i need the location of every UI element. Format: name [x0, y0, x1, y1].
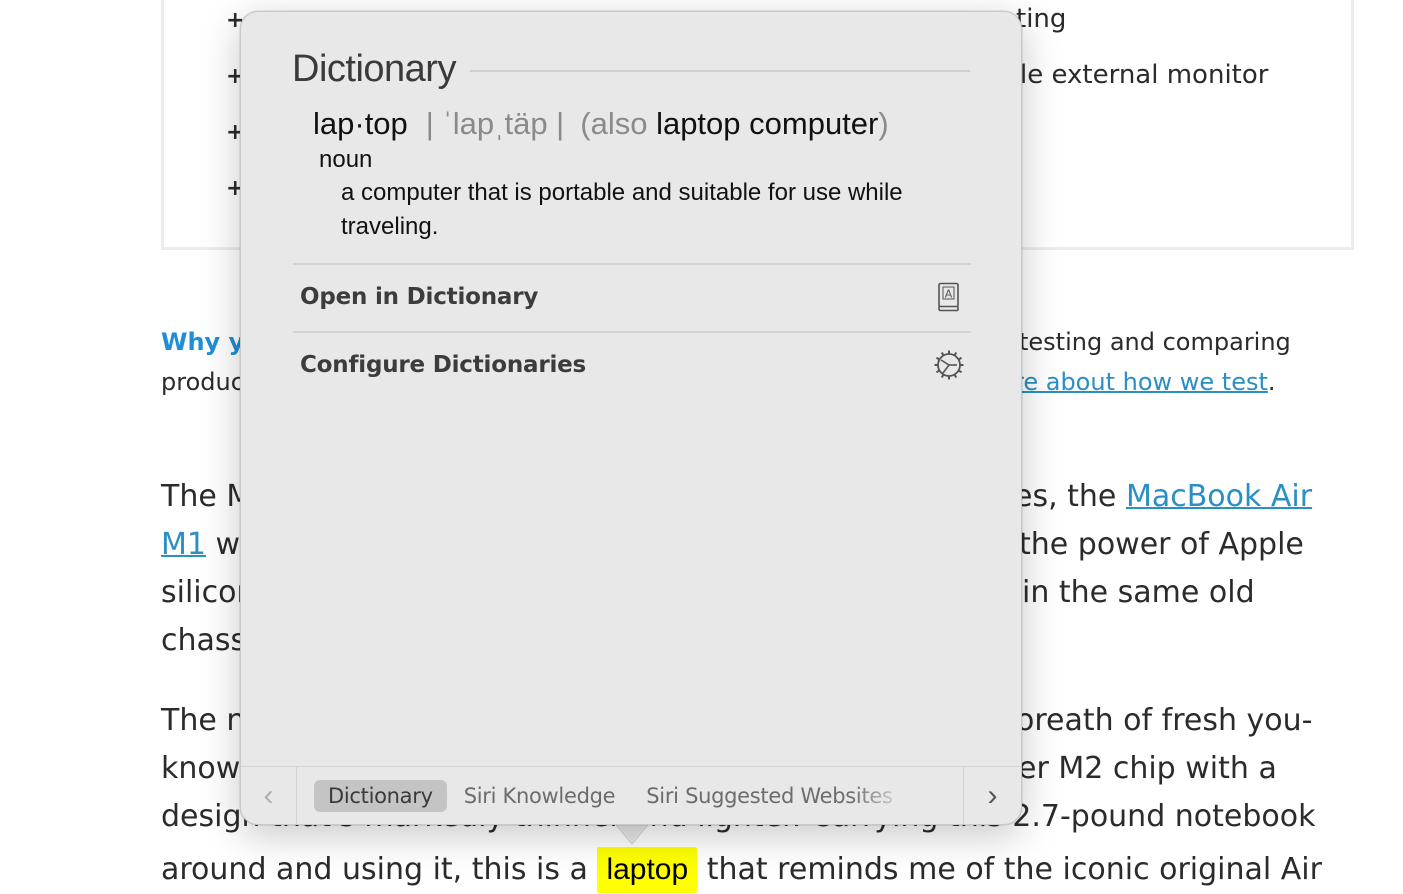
tab-siri-suggested-websites[interactable]: Siri Suggested Websites	[632, 780, 906, 812]
paragraph-text: in the same old	[1022, 575, 1255, 610]
macbook-air-m1-link[interactable]: MacBook Air	[1126, 479, 1312, 514]
part-of-speech: noun	[319, 146, 373, 173]
also-open-paren: (	[580, 106, 591, 141]
header-divider	[469, 70, 970, 72]
why-trust-heading: Why y	[161, 328, 245, 356]
tab-dictionary[interactable]: Dictionary	[314, 779, 447, 812]
paragraph-text: chass	[161, 623, 247, 658]
previous-source-button[interactable]: ‹	[241, 767, 297, 824]
also-close-paren: )	[878, 106, 889, 141]
paragraph-text: silicor	[161, 575, 249, 610]
paragraph-text: oreath of fresh you-	[1016, 703, 1313, 738]
paragraph-text: know	[161, 751, 241, 786]
source-tab-bar: ‹ Dictionary Siri Knowledge Siri Suggest…	[241, 766, 1021, 824]
macbook-air-m1-link-cont[interactable]: M1	[161, 527, 206, 562]
spec-item-text: ting	[1016, 4, 1067, 34]
highlighted-lookup-word[interactable]: laptop	[597, 847, 698, 893]
configure-dictionaries-button[interactable]: Configure Dictionaries	[293, 333, 971, 397]
open-in-dictionary-button[interactable]: Open in Dictionary A	[293, 265, 971, 329]
paragraph-text: er M2 chip with a	[1018, 751, 1277, 786]
how-we-test-link[interactable]: re about how we test	[1014, 368, 1268, 396]
paragraph-text: es, the	[1014, 479, 1126, 514]
variant-form: laptop computer	[656, 106, 879, 141]
chevron-right-icon: ›	[987, 778, 998, 812]
headword: lap·top	[313, 106, 408, 141]
paragraph-text: the power of Apple	[1019, 527, 1304, 562]
why-text: testing and comparing	[1019, 328, 1291, 356]
chevron-left-icon: ‹	[263, 778, 274, 812]
svg-text:A: A	[945, 288, 953, 301]
why-text: produc	[161, 368, 244, 396]
definition: a computer that is portable and suitable…	[341, 179, 903, 240]
dictionary-lookup-popover: Dictionary lap·top | ˈlapˌtäp | (also lapt…	[240, 11, 1022, 825]
pronunciation: | ˈlapˌtäp |	[425, 106, 565, 141]
paragraph-text: The M	[161, 479, 253, 514]
source-tabs: Dictionary Siri Knowledge Siri Suggested…	[297, 779, 963, 812]
dictionary-entry: lap·top | ˈlapˌtäp | (also laptop computer…	[313, 106, 963, 244]
paragraph-text: around and using it, this is a	[161, 852, 598, 887]
dictionary-book-icon: A	[933, 281, 965, 313]
open-in-dictionary-label: Open in Dictionary	[300, 284, 539, 310]
dictionary-section-header: Dictionary	[292, 44, 970, 94]
tab-siri-knowledge[interactable]: Siri Knowledge	[450, 780, 630, 812]
popover-pointer	[614, 822, 650, 844]
next-source-button[interactable]: ›	[963, 767, 1021, 824]
spec-item-text: le external monitor	[1020, 60, 1269, 90]
section-title: Dictionary	[292, 47, 456, 90]
paragraph-text: The n	[161, 703, 246, 738]
period: .	[1267, 368, 1276, 396]
configure-dictionaries-label: Configure Dictionaries	[300, 352, 587, 378]
gear-icon	[933, 349, 965, 381]
also-label: also	[590, 106, 657, 141]
paragraph-text: that reminds me of the iconic original A…	[697, 852, 1322, 887]
paragraph-text: w	[205, 527, 241, 562]
